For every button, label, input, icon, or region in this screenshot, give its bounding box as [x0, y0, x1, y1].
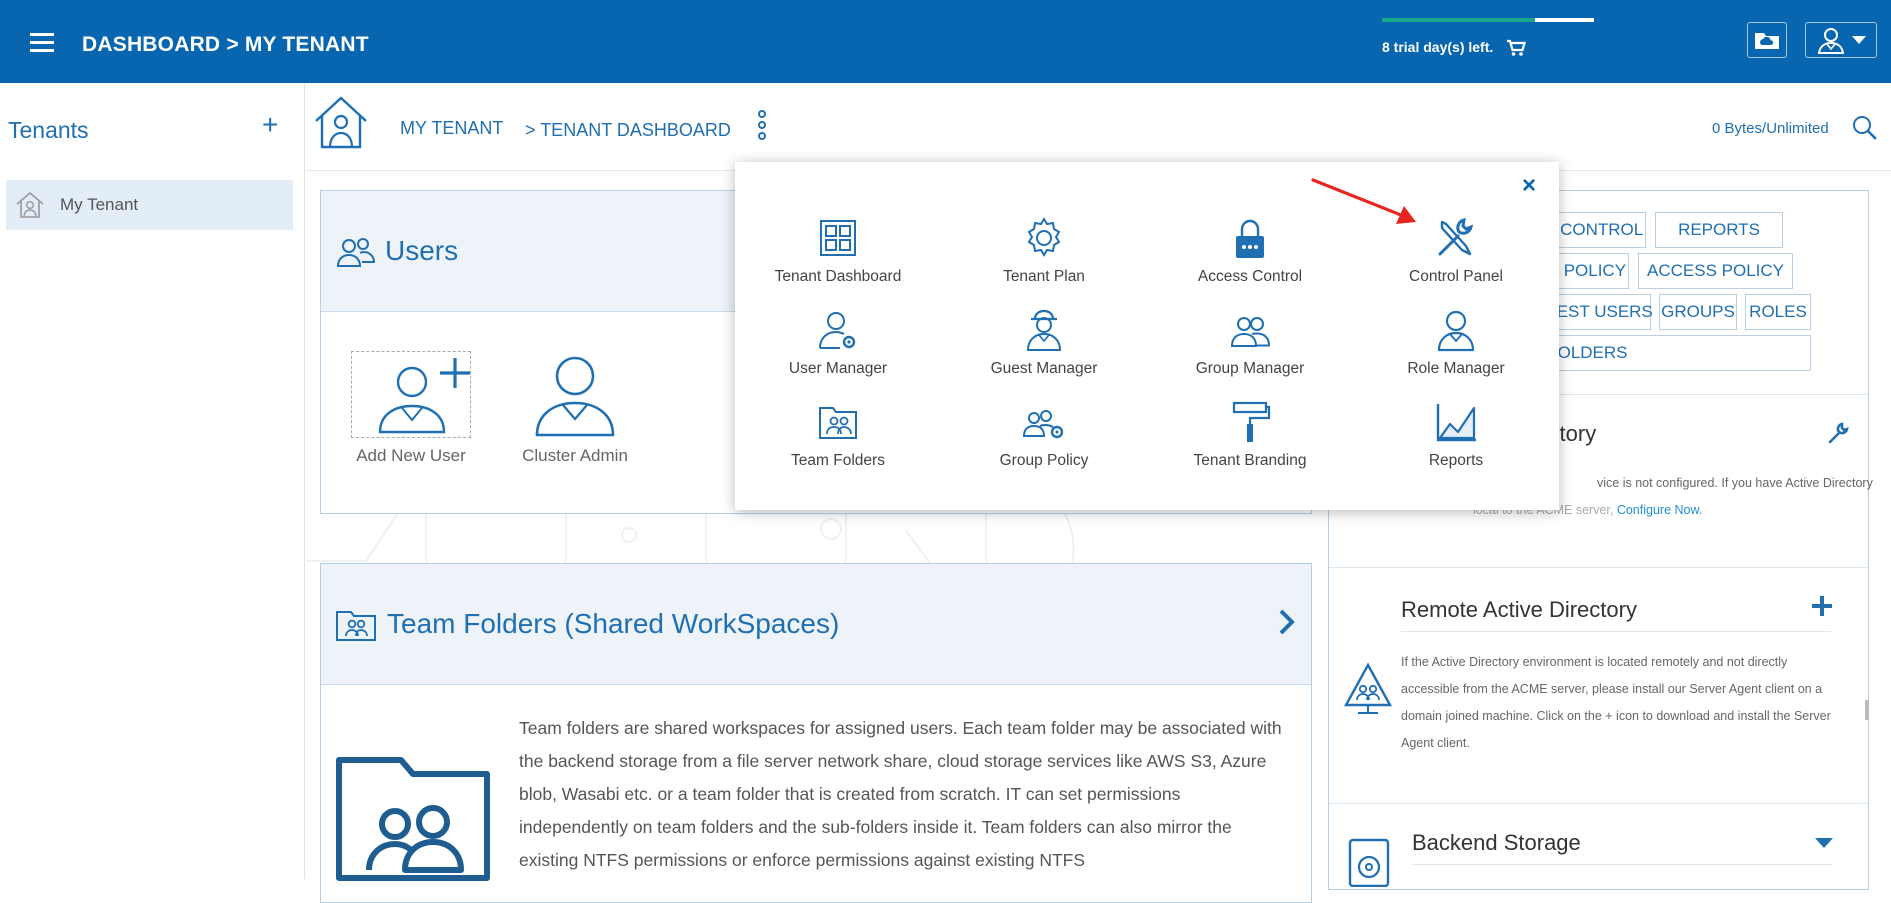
menu-item-label: User Manager	[788, 360, 888, 377]
add-icon[interactable]	[1811, 595, 1833, 617]
menu-item-group-manager[interactable]: Group Manager	[1150, 308, 1350, 396]
cluster-admin-tile[interactable]: Cluster Admin	[515, 351, 635, 466]
menu-item-tenant-branding[interactable]: Tenant Branding	[1150, 400, 1350, 488]
gear-icon	[1022, 216, 1066, 260]
tile-label: Add New User	[356, 446, 466, 465]
add-user-icon	[351, 351, 471, 438]
storage-usage: 0 Bytes/Unlimited	[1712, 120, 1829, 137]
more-vertical-icon[interactable]	[755, 110, 769, 144]
breadcrumb-tenant-dashboard[interactable]: > TENANT DASHBOARD	[525, 120, 731, 141]
tenants-heading: Tenants	[8, 117, 89, 143]
users-icon	[335, 235, 377, 269]
backend-storage-underline	[1412, 864, 1832, 865]
menu-item-label: Tenant Plan	[1003, 268, 1085, 285]
menu-item-label: Group Manager	[1195, 360, 1305, 377]
tenants-panel: Tenants + My Tenant	[0, 83, 305, 879]
user-menu-button[interactable]	[1805, 22, 1877, 58]
section-divider	[1329, 803, 1868, 804]
user-icon	[515, 351, 635, 438]
page-title: DASHBOARD > MY TENANT	[82, 33, 369, 56]
menu-item-label: Guest Manager	[990, 360, 1098, 377]
team-folders-description: Team folders are shared workspaces for a…	[519, 718, 1282, 870]
trial-progress-fill	[1382, 18, 1535, 22]
group-icon	[1228, 308, 1272, 352]
annotation-arrow	[1311, 178, 1416, 224]
team-folders-title: Team Folders (Shared WorkSpaces)	[387, 608, 840, 639]
menu-item-group-policy[interactable]: Group Policy	[944, 400, 1144, 488]
team-folders-card-header: Team Folders (Shared WorkSpaces)	[321, 564, 1311, 685]
menu-item-label: Role Manager	[1407, 360, 1505, 377]
trial-progress-bar	[1382, 18, 1594, 22]
tab-roles[interactable]: ROLES	[1745, 294, 1811, 330]
remote-ad-text: If the Active Directory environment is l…	[1401, 655, 1831, 750]
caret-down-icon	[1852, 36, 1866, 44]
chart-icon	[1434, 400, 1478, 444]
remote-ad-underline	[1401, 631, 1831, 632]
breadcrumb-my-tenant[interactable]: MY TENANT	[400, 118, 503, 139]
lock-icon	[1228, 216, 1272, 260]
menu-icon[interactable]	[30, 33, 54, 53]
menu-item-label: Team Folders	[791, 452, 885, 469]
team-folder-icon	[816, 400, 860, 444]
cloud-folder-icon	[1753, 29, 1781, 51]
trial-text: 8 trial day(s) left.	[1382, 39, 1494, 55]
scrollbar[interactable]	[1865, 700, 1869, 720]
add-new-user-tile[interactable]: Add New User	[351, 351, 471, 466]
menu-item-user-manager[interactable]: User Manager	[738, 308, 938, 396]
remote-ad-title: Remote Active Directory	[1401, 597, 1637, 622]
cloud-folder-button[interactable]	[1747, 22, 1787, 58]
menu-item-team-folders[interactable]: Team Folders	[738, 400, 938, 488]
menu-item-label: Group Policy	[999, 452, 1089, 469]
users-title: Users	[385, 235, 459, 266]
menu-item-reports[interactable]: Reports	[1356, 400, 1556, 488]
top-bar: DASHBOARD > MY TENANT 8 trial day(s) lef…	[0, 0, 1891, 83]
caret-down-icon[interactable]	[1815, 838, 1833, 848]
user-gear-icon	[816, 308, 860, 352]
search-icon[interactable]	[1852, 115, 1878, 141]
tools-icon	[1434, 216, 1478, 260]
menu-item-label: Access Control	[1197, 268, 1303, 285]
section-divider	[1329, 567, 1868, 568]
group-policy-icon	[1022, 400, 1066, 444]
team-folders-card: Team Folders (Shared WorkSpaces) Team fo…	[320, 563, 1312, 903]
menu-item-label: Tenant Branding	[1193, 452, 1307, 469]
team-folder-illustration	[333, 752, 493, 882]
chevron-right-icon[interactable]	[1277, 608, 1297, 636]
menu-item-tenant-dashboard[interactable]: Tenant Dashboard	[738, 216, 938, 304]
home-icon[interactable]	[313, 95, 369, 149]
backend-storage-title: Backend Storage	[1412, 830, 1581, 855]
trial-status: 8 trial day(s) left.	[1382, 18, 1594, 56]
tab-groups[interactable]: GROUPS	[1659, 294, 1737, 330]
menu-item-label: Control Panel	[1409, 268, 1503, 285]
menu-item-guest-manager[interactable]: Guest Manager	[944, 308, 1144, 396]
menu-item-label: Tenant Dashboard	[774, 268, 902, 285]
close-icon[interactable]: ×	[1522, 174, 1536, 198]
sidebar-item-label: My Tenant	[60, 195, 139, 214]
tile-label: Cluster Admin	[522, 446, 628, 465]
disk-icon	[1347, 837, 1391, 887]
cart-icon[interactable]	[1506, 39, 1526, 57]
menu-item-role-manager[interactable]: Role Manager	[1356, 308, 1556, 396]
sidebar-item-my-tenant[interactable]: My Tenant	[6, 180, 293, 230]
home-icon	[14, 191, 46, 219]
team-folder-icon	[335, 608, 377, 642]
tenant-menu-popup: × Tenant Dashboard Tenant Plan Access Co…	[735, 162, 1559, 510]
remote-ad-icon	[1343, 661, 1393, 717]
tab-reports[interactable]: REPORTS	[1655, 212, 1783, 248]
paint-roller-icon	[1228, 400, 1272, 444]
role-user-icon	[1434, 308, 1478, 352]
wrench-icon[interactable]	[1827, 421, 1849, 445]
menu-item-label: Reports	[1428, 452, 1484, 469]
menu-item-tenant-plan[interactable]: Tenant Plan	[944, 216, 1144, 304]
user-icon	[1816, 26, 1846, 54]
tab-access-policy[interactable]: ACCESS POLICY	[1638, 253, 1793, 289]
guest-user-icon	[1022, 308, 1066, 352]
add-tenant-button[interactable]: +	[262, 111, 278, 139]
dashboard-grid-icon	[816, 216, 860, 260]
configure-now-link[interactable]: Configure Now.	[1617, 503, 1702, 517]
